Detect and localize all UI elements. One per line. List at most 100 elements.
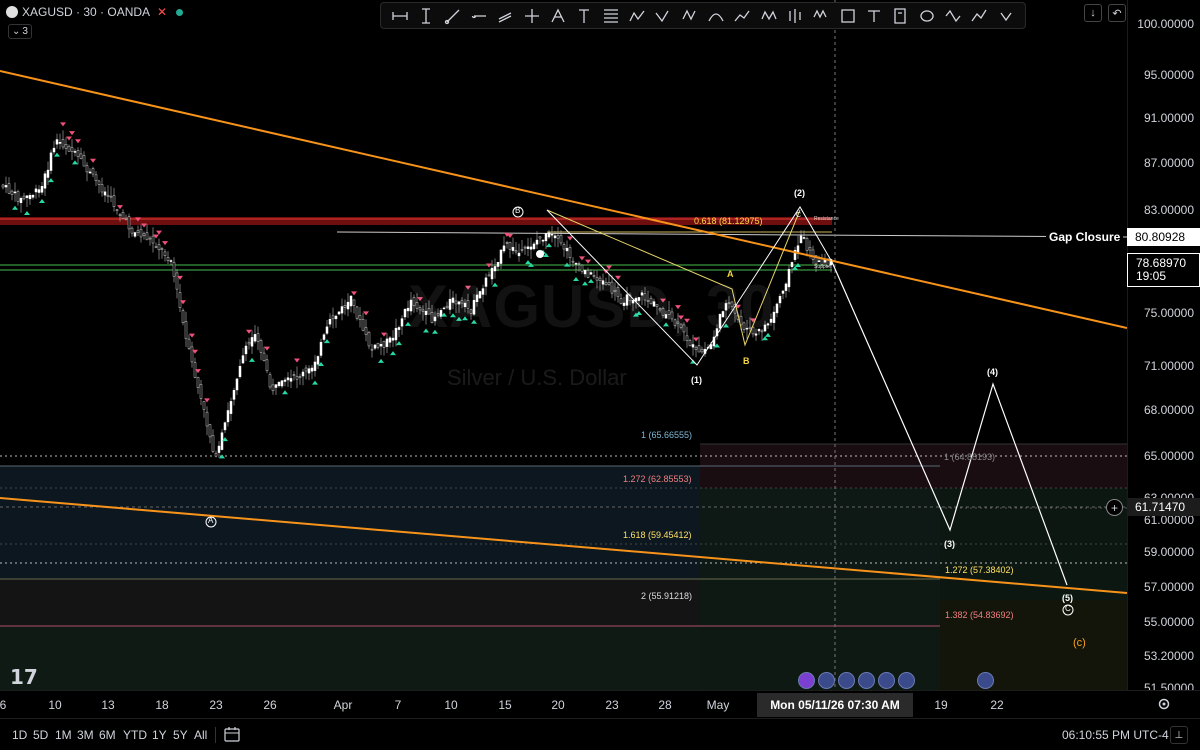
range-button-6m[interactable]: 6M (99, 728, 116, 742)
candle-body (214, 452, 218, 457)
chart-area[interactable]: A B C (1) (2) (3) (4) (5) (c) A B C 0.61… (0, 0, 1127, 690)
horizontal-ray-tool-icon[interactable] (469, 6, 489, 26)
candle-body (136, 230, 140, 233)
event-icon[interactable] (858, 672, 875, 689)
candle-body (511, 247, 515, 251)
indicators-toggle-button[interactable]: ⌄ 3 (8, 24, 32, 39)
candle-body (40, 186, 44, 193)
candle-body (790, 262, 794, 267)
elliott-correction-tool-icon[interactable] (653, 6, 673, 26)
candle-body (799, 235, 803, 244)
ellipse-tool-icon[interactable] (917, 6, 937, 26)
resistance-label: Resistance (814, 216, 839, 222)
range-button-1m[interactable]: 1M (55, 728, 72, 742)
parallel-channel-tool-icon[interactable] (495, 6, 515, 26)
elliott-double-combo-tool-icon[interactable] (759, 6, 779, 26)
range-button-1d[interactable]: 1D (12, 728, 27, 742)
elliott-triangle-tool-icon[interactable] (680, 6, 700, 26)
candle-body (343, 305, 347, 308)
candle-body (307, 368, 311, 374)
calendar-icon[interactable] (224, 727, 240, 742)
price-note-tool-icon[interactable] (890, 6, 910, 26)
candle-body (127, 216, 131, 230)
time-tick-label: May (706, 698, 730, 712)
elliott-triple-combo-tool-icon[interactable] (811, 6, 831, 26)
brush-tool-icon[interactable] (969, 6, 989, 26)
buy-signal-marker (378, 358, 384, 363)
candle-body (400, 318, 404, 327)
pitchfork-tool-icon[interactable] (548, 6, 568, 26)
candle-body (403, 308, 407, 318)
sell-signal-marker (141, 223, 147, 228)
candle-body (70, 147, 74, 152)
buy-signal-marker (72, 160, 78, 165)
elliott-impulse-tool-icon[interactable] (627, 6, 647, 26)
time-tick-label: 22 (990, 698, 1004, 712)
event-icon[interactable] (977, 672, 994, 689)
candle-body (313, 361, 317, 371)
symbol-title[interactable]: XAGUSD · 30 · OANDA (22, 5, 150, 19)
add-alert-plus-icon[interactable]: + (1106, 499, 1123, 516)
range-button-all[interactable]: All (194, 728, 207, 742)
chart-canvas[interactable] (0, 0, 1127, 690)
sell-signal-marker (75, 139, 81, 144)
horizontal-line-tool-icon[interactable] (390, 6, 410, 26)
candle-body (268, 374, 272, 388)
price-scale[interactable]: 100.00000 95.00000 91.00000 87.00000 83.0000… (1127, 0, 1200, 695)
price-tick-label: 83.00000 (1143, 203, 1194, 217)
path-tool-icon[interactable] (732, 6, 752, 26)
fib-retracement-tool-icon[interactable] (601, 6, 621, 26)
candle-body (391, 337, 395, 341)
event-icon[interactable] (818, 672, 835, 689)
candle-body (328, 319, 332, 325)
event-icon[interactable] (898, 672, 915, 689)
eraser-tool-icon[interactable] (996, 6, 1016, 26)
candle-body (265, 359, 269, 371)
crossline-tool-icon[interactable] (522, 6, 542, 26)
download-icon[interactable]: ↓ (1084, 4, 1102, 22)
candle-body (538, 236, 542, 239)
event-icon[interactable] (838, 672, 855, 689)
candle-body (556, 235, 560, 239)
range-button-3m[interactable]: 3M (77, 728, 94, 742)
undo-icon[interactable]: ↶ (1108, 4, 1126, 22)
text-t-tool-icon[interactable] (864, 6, 884, 26)
wave-5-label: (5) (1062, 593, 1073, 603)
candle-body (781, 290, 785, 294)
vertical-line-tool-icon[interactable] (416, 6, 436, 26)
candle-body (541, 239, 545, 242)
candles-tool-icon[interactable] (785, 6, 805, 26)
event-icon[interactable] (798, 672, 815, 689)
time-axis[interactable]: Mon 05/11/26 07:30 AM 6 10 13 18 23 26 Apr 7 10 1… (0, 690, 1200, 718)
event-icon[interactable] (878, 672, 895, 689)
buy-signal-marker (12, 205, 18, 210)
close-icon[interactable]: ✕ (157, 5, 167, 19)
time-tick-label: 23 (605, 698, 619, 712)
price-tick-label: 59.00000 (1143, 545, 1194, 559)
rectangle-tool-icon[interactable] (838, 6, 858, 26)
range-button-5d[interactable]: 5D (33, 728, 48, 742)
clock-timezone[interactable]: 06:10:55 PM UTC-4 (1062, 728, 1169, 742)
candle-body (148, 237, 152, 240)
candle-body (73, 151, 77, 153)
candle-body (181, 310, 185, 324)
fib-2-left-label: 2 (55.91218) (641, 591, 693, 601)
gap-closure-line (336, 231, 1127, 238)
candle-body (298, 376, 302, 378)
curve-tool-icon[interactable] (706, 6, 726, 26)
candle-body (100, 184, 104, 193)
buy-signal-marker (312, 380, 318, 385)
collapse-panel-icon[interactable]: ⊥ (1170, 726, 1188, 744)
range-button-ytd[interactable]: YTD (123, 728, 147, 742)
arc-tool-icon[interactable] (943, 6, 963, 26)
symbol-header[interactable]: XAGUSD · 30 · OANDA ✕ (6, 5, 184, 19)
time-tick-label: 23 (209, 698, 223, 712)
price-tick-label: 57.00000 (1143, 580, 1194, 594)
range-button-1y[interactable]: 1Y (152, 728, 167, 742)
text-tool-icon[interactable] (574, 6, 594, 26)
range-button-5y[interactable]: 5Y (173, 728, 188, 742)
settings-gear-icon[interactable] (1157, 697, 1171, 711)
tradingview-logo-icon[interactable]: 17 (10, 665, 38, 689)
trend-line-tool-icon[interactable] (443, 6, 463, 26)
candle-body (187, 338, 191, 349)
